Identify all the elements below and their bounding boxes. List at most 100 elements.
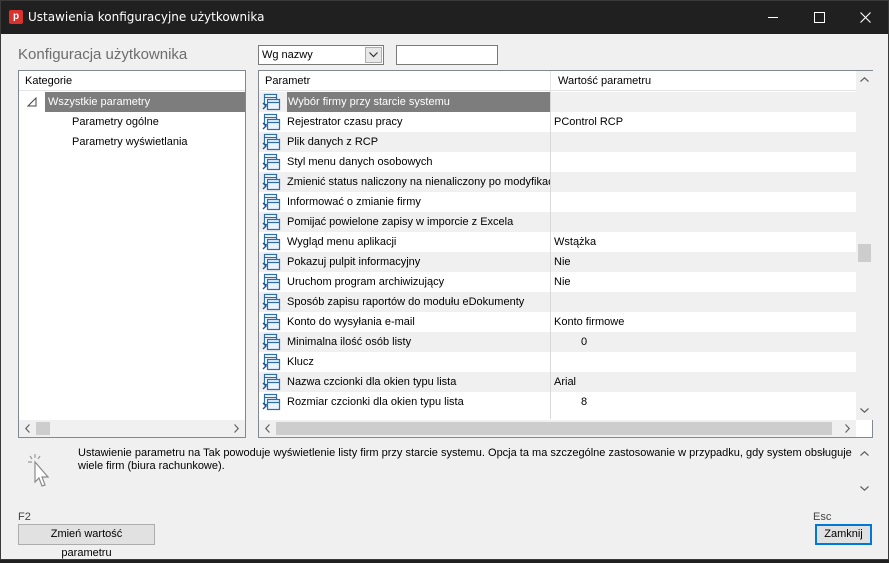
table-row[interactable]: Minimalna ilość osób listy 0 — [259, 332, 856, 352]
maximize-button[interactable] — [796, 1, 842, 34]
parameter-grid-header: Parametr Wartość parametru — [259, 71, 856, 91]
scroll-left-button[interactable] — [19, 420, 36, 437]
table-row[interactable]: Informować o zmianie firmy — [259, 192, 856, 212]
chevron-up-icon[interactable] — [860, 451, 869, 456]
parameter-value[interactable]: 0 — [581, 332, 587, 352]
table-row[interactable]: Styl menu danych osobowych — [259, 152, 856, 172]
parameter-icon — [262, 373, 282, 391]
category-hscrollbar[interactable] — [19, 420, 245, 437]
tree-item-display-params[interactable]: Parametry wyświetlania — [72, 132, 188, 152]
chevron-right-icon — [234, 424, 239, 433]
parameter-description: Ustawienie parametru na Tak powoduje wyś… — [78, 447, 852, 472]
sort-dropdown-button[interactable] — [365, 47, 382, 63]
parameter-name: Wygląd menu aplikacji — [287, 236, 397, 248]
scroll-thumb[interactable] — [36, 422, 50, 435]
config-window: p Ustawienia konfiguracyjne użytkownika … — [0, 0, 889, 560]
parameter-name: Zmienić status naliczony na nienaliczony… — [287, 176, 550, 188]
category-panel: Kategorie Wszystkie parametry Parametry … — [18, 70, 246, 438]
tree-expander-icon[interactable] — [27, 97, 37, 107]
table-row[interactable]: Rozmiar czcionki dla okien typu lista 8 — [259, 392, 856, 412]
table-row[interactable]: Rejestrator czasu pracy PControl RCP — [259, 112, 856, 132]
parameter-value[interactable]: Konto firmowe — [554, 312, 624, 332]
chevron-down-icon[interactable] — [860, 408, 869, 413]
close-button[interactable]: Zamknij — [815, 524, 872, 545]
chevron-left-icon — [25, 424, 30, 433]
parameter-icon — [262, 213, 282, 231]
parameter-name: Rozmiar czcionki dla okien typu lista — [287, 396, 464, 408]
search-input[interactable] — [396, 45, 498, 65]
parameter-icon — [262, 353, 282, 371]
parameter-name: Sposób zapisu raportów do modułu eDokume… — [287, 296, 525, 308]
parameter-icon — [262, 173, 282, 191]
scroll-thumb[interactable] — [276, 422, 832, 435]
parameter-name: Wybór firmy przy starcie systemu — [287, 92, 550, 112]
parameter-icon — [262, 293, 282, 311]
scroll-thumb[interactable] — [858, 244, 871, 262]
table-row[interactable]: Wybór firmy przy starcie systemu — [259, 92, 856, 112]
pointer-click-icon — [28, 454, 50, 487]
description-vscrollbar[interactable] — [856, 445, 873, 497]
parameter-value[interactable]: Nie — [554, 252, 571, 272]
chevron-up-icon[interactable] — [860, 77, 869, 82]
parameter-value[interactable]: Wstążka — [554, 232, 596, 252]
parameter-icon — [262, 313, 282, 331]
parameter-icon — [262, 193, 282, 211]
parameter-value[interactable]: PControl RCP — [554, 112, 623, 132]
title-bar[interactable]: p Ustawienia konfiguracyjne użytkownika — [1, 1, 888, 34]
parameter-rows: Wybór firmy przy starcie systemu Rejestra… — [259, 92, 856, 412]
parameter-value[interactable]: 8 — [581, 392, 587, 412]
close-shortcut-hint: Esc — [813, 511, 832, 523]
column-header-parameter[interactable]: Parametr — [265, 75, 310, 87]
chevron-left-icon — [265, 424, 270, 433]
minimize-button[interactable] — [750, 1, 796, 34]
parameter-grid: Parametr Wartość parametru Wybór firmy p… — [258, 70, 873, 438]
tree-item-all-params[interactable]: Wszystkie parametry — [45, 92, 245, 112]
change-value-button[interactable]: Zmień wartość parametru — [18, 524, 155, 559]
table-row[interactable]: Konto do wysyłania e-mail Konto firmowe — [259, 312, 856, 332]
window-title: Ustawienia konfiguracyjne użytkownika — [28, 10, 265, 24]
parameter-name: Pomijać powielone zapisy w imporcie z Ex… — [287, 216, 514, 228]
category-header-label: Kategorie — [25, 75, 73, 87]
sort-select-value: Wg nazwy — [262, 49, 313, 61]
scroll-right-button[interactable] — [839, 420, 856, 437]
parameter-hscrollbar[interactable] — [259, 420, 856, 437]
sort-select[interactable]: Wg nazwy — [258, 45, 384, 65]
scroll-right-button[interactable] — [228, 420, 245, 437]
parameter-icon — [262, 333, 282, 351]
parameter-name: Plik danych z RCP — [287, 136, 379, 148]
table-row[interactable]: Pomijać powielone zapisy w imporcie z Ex… — [259, 212, 856, 232]
parameter-icon — [262, 393, 282, 411]
parameter-name: Informować o zmianie firmy — [287, 196, 421, 208]
parameter-value[interactable]: Arial — [554, 372, 576, 392]
column-separator — [550, 91, 551, 419]
change-shortcut-hint: F2 — [18, 511, 31, 523]
parameter-name: Rejestrator czasu pracy — [287, 116, 403, 128]
parameter-name: Minimalna ilość osób listy — [287, 336, 412, 348]
close-window-button[interactable] — [842, 1, 888, 34]
chevron-down-icon[interactable] — [860, 486, 869, 491]
column-header-value[interactable]: Wartość parametru — [558, 75, 651, 87]
table-row[interactable]: Uruchom program archiwizujący Nie — [259, 272, 856, 292]
page-title: Konfiguracja użytkownika — [18, 46, 188, 63]
table-row[interactable]: Zmienić status naliczony na nienaliczony… — [259, 172, 856, 192]
parameter-icon — [262, 253, 282, 271]
tree-item-label: Parametry ogólne — [72, 116, 159, 128]
table-row[interactable]: Klucz — [259, 352, 856, 372]
parameter-value[interactable]: Nie — [554, 272, 571, 292]
category-column-header[interactable]: Kategorie — [19, 71, 245, 91]
app-logo-icon: p — [9, 10, 23, 24]
parameter-name: Pokazuj pulpit informacyjny — [287, 256, 421, 268]
parameter-icon — [262, 113, 282, 131]
table-row[interactable]: Nazwa czcionki dla okien typu lista Arial — [259, 372, 856, 392]
table-row[interactable]: Wygląd menu aplikacji Wstążka — [259, 232, 856, 252]
parameter-name: Styl menu danych osobowych — [287, 156, 433, 168]
parameter-vscrollbar[interactable] — [856, 71, 873, 420]
tree-item-general-params[interactable]: Parametry ogólne — [72, 112, 159, 132]
parameter-icon — [262, 133, 282, 151]
close-icon — [860, 12, 871, 23]
table-row[interactable]: Pokazuj pulpit informacyjny Nie — [259, 252, 856, 272]
header-separator — [550, 71, 551, 91]
table-row[interactable]: Plik danych z RCP — [259, 132, 856, 152]
table-row[interactable]: Sposób zapisu raportów do modułu eDokume… — [259, 292, 856, 312]
scroll-left-button[interactable] — [259, 420, 276, 437]
